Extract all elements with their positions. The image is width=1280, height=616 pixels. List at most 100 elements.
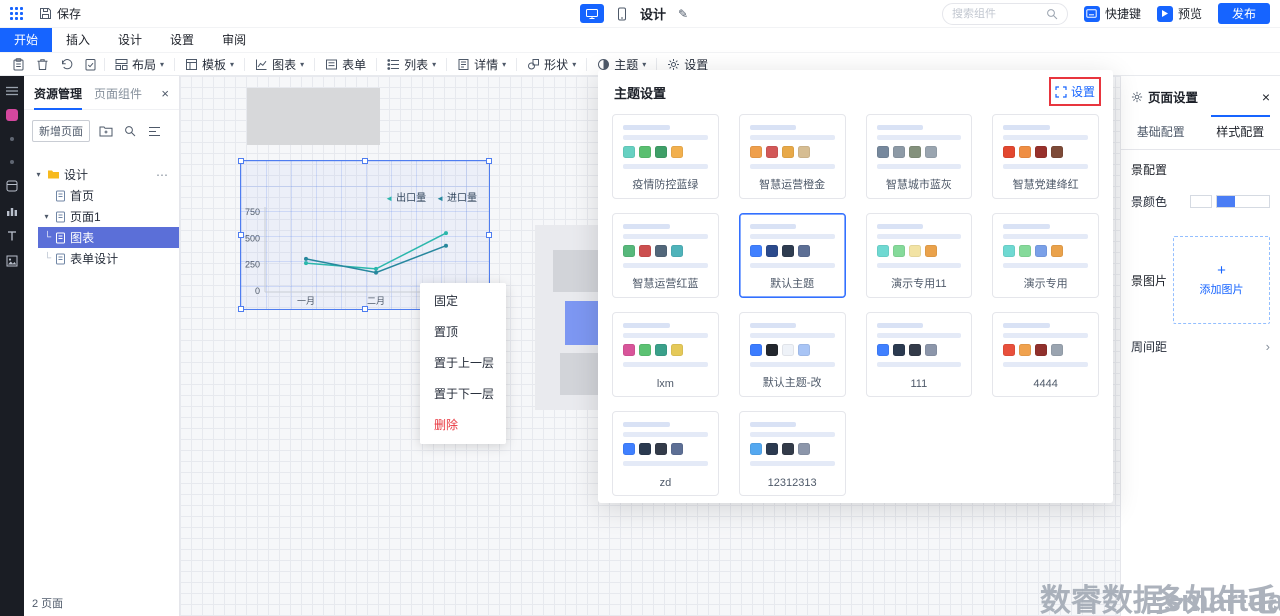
context-menu-item[interactable]: 置于下一层 — [420, 379, 506, 410]
toolbar-detail-button[interactable]: 详情▾ — [449, 55, 514, 73]
image-icon[interactable] — [4, 255, 20, 267]
tree-item-label: 首页 — [70, 187, 94, 204]
theme-card[interactable]: 智慧运营红蓝 — [612, 213, 719, 298]
tab-basic-config[interactable]: 基础配置 — [1121, 115, 1201, 149]
paste-icon[interactable] — [6, 55, 30, 73]
theme-card[interactable]: 智慧运营橙金 — [739, 114, 846, 199]
tree-item-表单设计[interactable]: └表单设计 — [24, 248, 179, 269]
chevron-down-icon: ▾ — [160, 60, 164, 69]
context-menu-item[interactable]: 置于上一层 — [420, 348, 506, 379]
toolbar-template-button[interactable]: 模板▾ — [177, 55, 242, 73]
desktop-view-button[interactable] — [580, 4, 604, 23]
apps-grid-icon[interactable] — [10, 7, 23, 20]
tree-item-图表[interactable]: └图表 — [24, 227, 179, 248]
theme-card[interactable]: 默认主题 — [739, 213, 846, 298]
tree-item-label: 表单设计 — [70, 250, 118, 267]
color-swatch-white[interactable] — [1190, 195, 1212, 208]
delete-icon[interactable] — [30, 55, 54, 73]
dot-icon[interactable] — [4, 134, 20, 144]
theme-color-swatch — [655, 344, 667, 356]
tree-item-设计[interactable]: ▾设计⋯ — [24, 164, 179, 185]
context-menu-item[interactable]: 删除 — [420, 410, 506, 441]
component-search-input[interactable] — [952, 8, 1046, 20]
theme-name: 智慧城市蓝灰 — [877, 176, 962, 192]
theme-card[interactable]: zd — [612, 411, 719, 496]
add-image-button[interactable]: + 添加图片 — [1173, 236, 1270, 324]
theme-card[interactable]: 12312313 — [739, 411, 846, 496]
theme-card[interactable]: 默认主题-改 — [739, 312, 846, 397]
context-menu-item[interactable]: 置顶 — [420, 317, 506, 348]
resize-handle[interactable] — [238, 232, 244, 238]
search-icon[interactable] — [122, 123, 138, 139]
theme-color-swatch — [766, 245, 778, 257]
toolbar-chart-button[interactable]: 图表▾ — [247, 55, 312, 73]
more-icon[interactable]: ⋯ — [156, 168, 179, 182]
shortcuts-button[interactable]: 快捷键 — [1084, 5, 1141, 22]
theme-card[interactable]: 智慧党建绛红 — [992, 114, 1099, 199]
resize-handle[interactable] — [362, 306, 368, 312]
resize-handle[interactable] — [238, 306, 244, 312]
menubar-item[interactable]: 开始 — [0, 28, 52, 52]
theme-color-swatch — [893, 146, 905, 158]
menubar-item[interactable]: 设置 — [156, 28, 208, 52]
logo-icon[interactable] — [4, 109, 20, 121]
new-folder-icon[interactable] — [98, 123, 114, 139]
theme-name: 智慧运营橙金 — [750, 176, 835, 192]
close-icon[interactable]: × — [161, 86, 169, 101]
toolbar-list-button[interactable]: 列表▾ — [379, 55, 444, 73]
tree-item-首页[interactable]: 首页 — [24, 185, 179, 206]
menu-icon[interactable] — [4, 86, 20, 96]
toolbar-layout-button[interactable]: 布局▾ — [107, 55, 172, 73]
theme-card[interactable]: lxm — [612, 312, 719, 397]
padding-row[interactable]: 周间距 › — [1121, 328, 1280, 364]
theme-card[interactable]: 4444 — [992, 312, 1099, 397]
tab-resource-management[interactable]: 资源管理 — [34, 85, 82, 102]
resize-handle[interactable] — [362, 158, 368, 164]
dot-icon[interactable] — [4, 157, 20, 167]
clipboard-check-icon[interactable] — [78, 55, 102, 73]
resize-handle[interactable] — [486, 232, 492, 238]
collapse-tree-icon[interactable] — [146, 123, 162, 139]
menubar-item[interactable]: 审阅 — [208, 28, 260, 52]
resize-handle[interactable] — [486, 158, 492, 164]
publish-button[interactable]: 发布 — [1218, 3, 1270, 24]
color-picker-field[interactable] — [1216, 195, 1270, 208]
text-icon[interactable] — [4, 230, 20, 242]
tab-page-components[interactable]: 页面组件 — [94, 85, 142, 102]
theme-card[interactable]: 疫情防控蓝绿 — [612, 114, 719, 199]
widget-icon[interactable] — [4, 180, 20, 192]
theme-card[interactable]: 111 — [866, 312, 973, 397]
chart-icon[interactable] — [4, 205, 20, 217]
theme-color-swatch — [893, 245, 905, 257]
preview-button[interactable]: 预览 — [1157, 5, 1202, 22]
placeholder-block[interactable] — [247, 88, 380, 145]
theme-color-swatch — [798, 443, 810, 455]
resource-panel-actions: 新增页面 — [24, 110, 179, 148]
context-menu-item[interactable]: 固定 — [420, 286, 506, 317]
theme-settings-button[interactable]: 设置 — [1055, 83, 1095, 100]
theme-card[interactable]: 智慧城市蓝灰 — [866, 114, 973, 199]
close-icon[interactable]: × — [1262, 89, 1270, 105]
bg-config-section[interactable]: 景配置 — [1121, 152, 1280, 186]
save-button[interactable]: 保存 — [39, 5, 81, 22]
menubar-item[interactable]: 设计 — [104, 28, 156, 52]
undo-icon[interactable] — [54, 55, 78, 73]
resize-handle[interactable] — [238, 158, 244, 164]
menubar-item[interactable]: 插入 — [52, 28, 104, 52]
edit-title-icon[interactable]: ✎ — [678, 7, 688, 21]
theme-color-swatch — [671, 146, 683, 158]
menubar: 开始插入设计设置审阅 — [0, 28, 1280, 53]
toolbar-shape-button[interactable]: 形状▾ — [519, 55, 584, 73]
theme-card[interactable]: 演示专用11 — [866, 213, 973, 298]
search-icon[interactable] — [1046, 8, 1058, 20]
mobile-view-button[interactable] — [616, 7, 628, 21]
caret-down-icon[interactable]: ▾ — [32, 170, 45, 179]
add-page-button[interactable]: 新增页面 — [32, 120, 90, 142]
tree-item-页面1[interactable]: ▾页面1 — [24, 206, 179, 227]
theme-color-swatch — [750, 344, 762, 356]
theme-card[interactable]: 演示专用 — [992, 213, 1099, 298]
caret-down-icon[interactable]: ▾ — [40, 212, 53, 221]
theme-color-swatch — [671, 443, 683, 455]
toolbar-form-button[interactable]: 表单 — [317, 55, 374, 73]
tab-style-config[interactable]: 样式配置 — [1201, 115, 1280, 149]
